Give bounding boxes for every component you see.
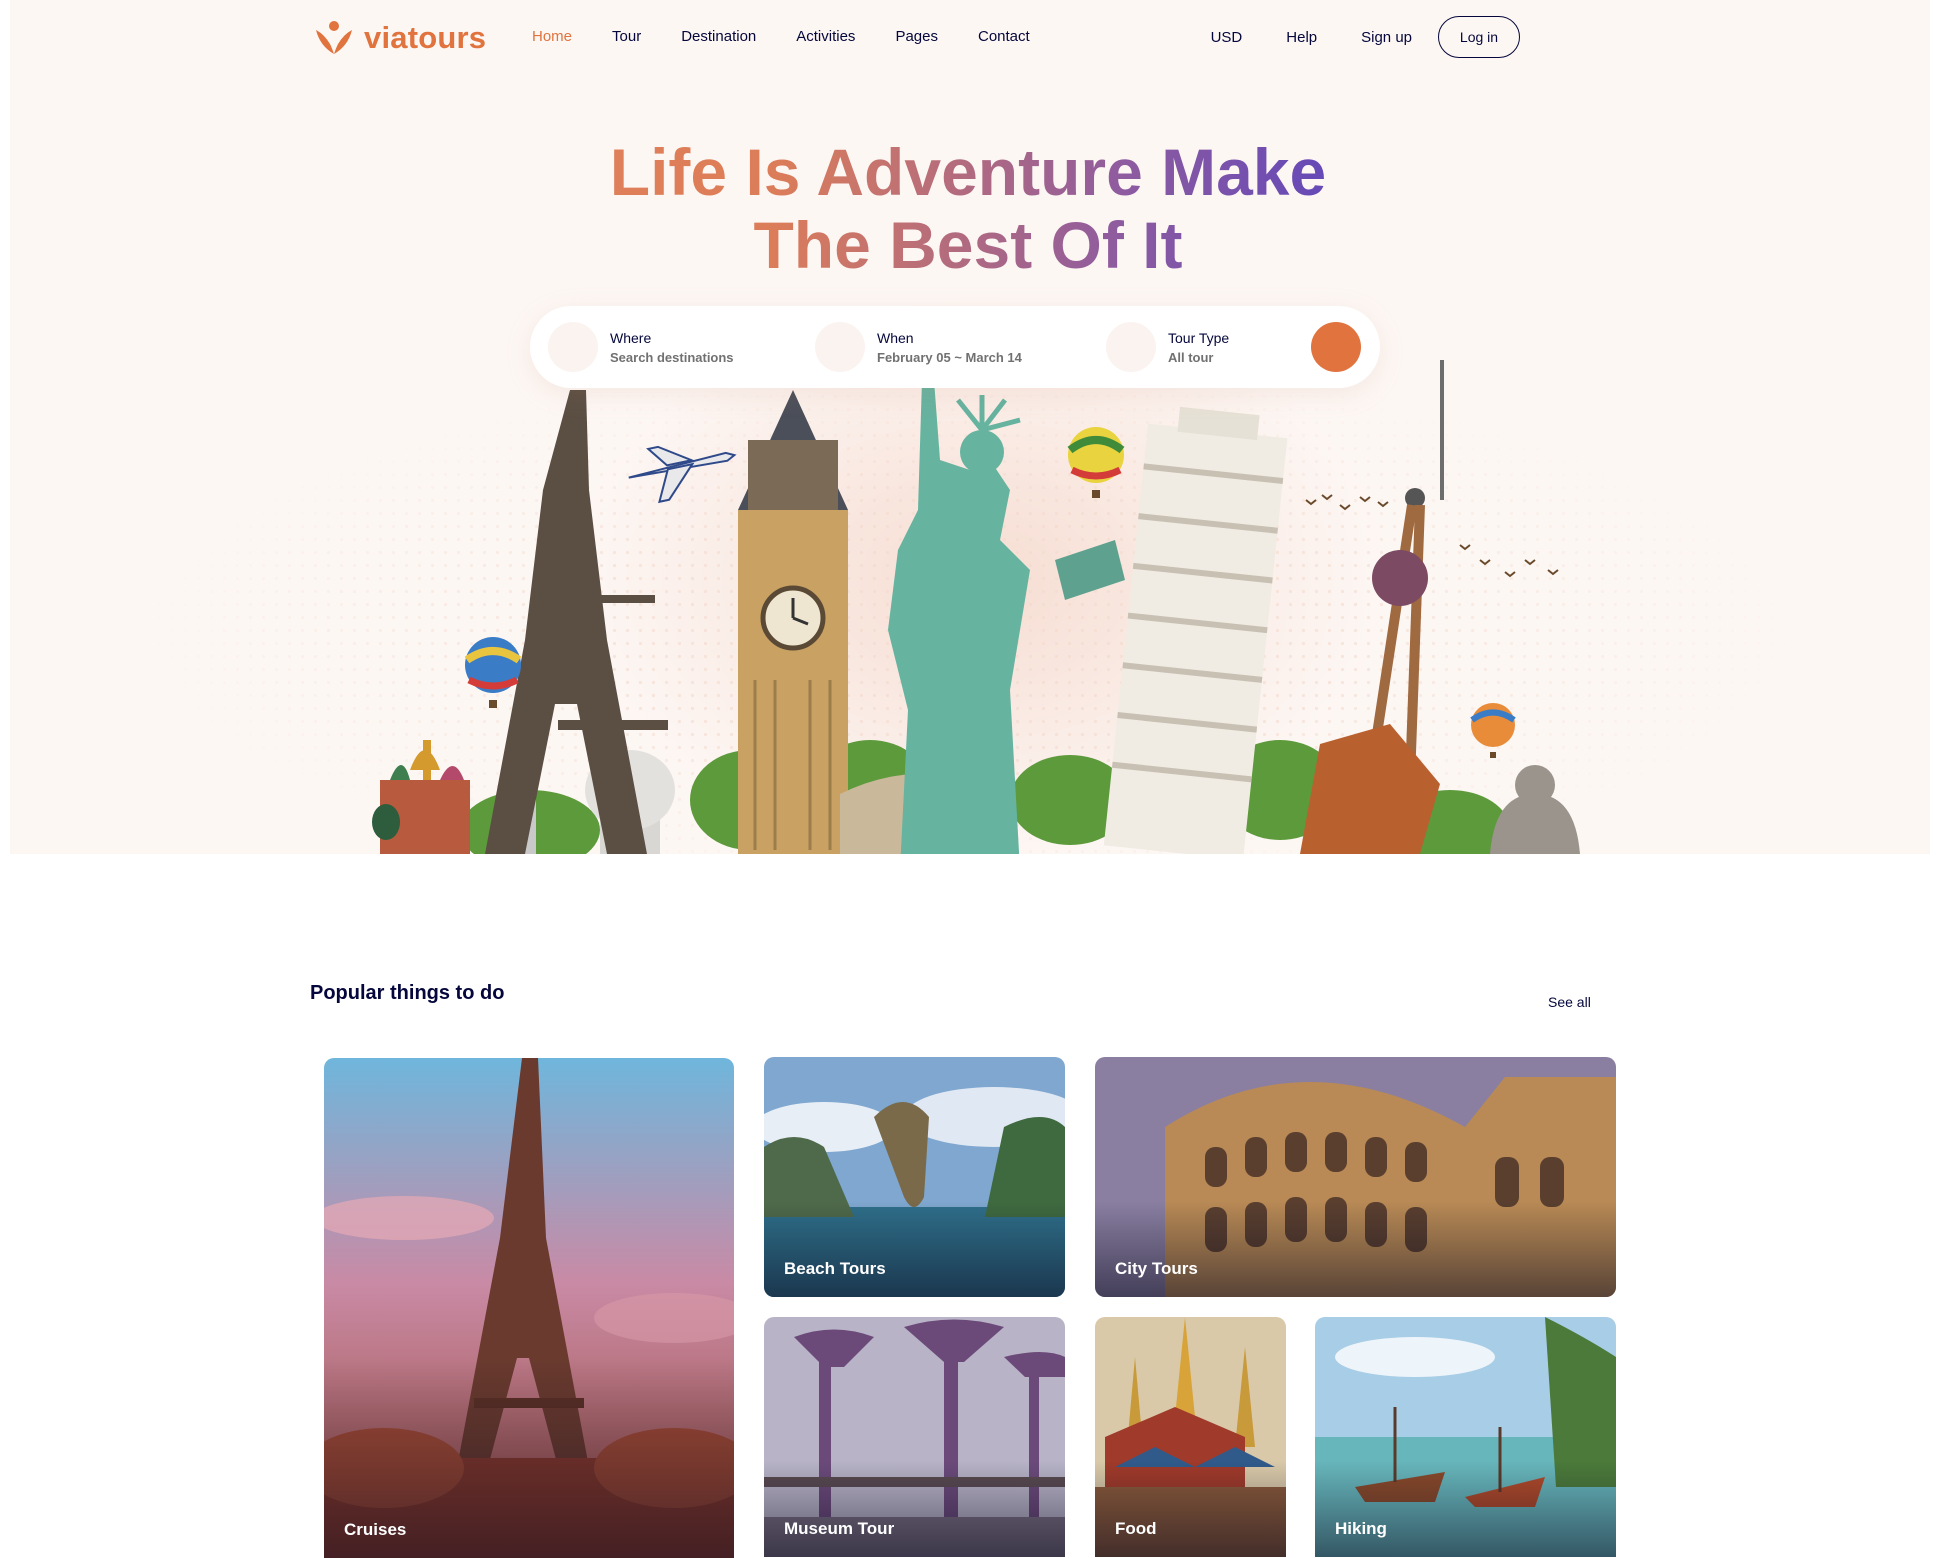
card-label-city-tours: City Tours: [1115, 1259, 1198, 1278]
hero-headline-line2: The Best Of It: [753, 208, 1183, 282]
currency-selector[interactable]: USD: [1211, 29, 1243, 46]
landmarks-illustration: [372, 358, 1580, 854]
search-tour-type-field[interactable]: Tour Type All tour: [1106, 322, 1229, 372]
tour-type-icon: [1106, 322, 1156, 372]
help-link[interactable]: Help: [1286, 29, 1317, 46]
tour-type-value: All tour: [1168, 349, 1214, 365]
search-bar: Where Search destinations When February …: [530, 306, 1380, 388]
tour-type-label: Tour Type: [1168, 329, 1230, 346]
card-hiking[interactable]: Hiking: [1315, 1317, 1616, 1557]
location-icon: [548, 322, 598, 372]
card-beach-tours[interactable]: Beach Tours: [764, 1057, 1065, 1297]
see-all-link[interactable]: See all: [1548, 994, 1591, 1010]
card-label-beach-tours: Beach Tours: [784, 1259, 886, 1278]
card-shade: [1315, 1461, 1616, 1557]
login-button[interactable]: Log in: [1438, 16, 1520, 58]
card-label-cruises: Cruises: [344, 1520, 407, 1539]
search-button[interactable]: [1311, 322, 1361, 372]
card-city-tours[interactable]: City Tours: [1095, 1057, 1616, 1297]
nav-pages[interactable]: Pages: [895, 28, 938, 45]
brand-logo[interactable]: viatours: [314, 20, 486, 56]
logo-icon: [316, 21, 352, 54]
nav-activities[interactable]: Activities: [796, 28, 855, 45]
card-food[interactable]: Food: [1095, 1317, 1286, 1557]
card-label-food: Food: [1115, 1519, 1157, 1538]
hero-headline: Life Is Adventure Make The Best Of It: [0, 136, 1936, 282]
card-label-hiking: Hiking: [1335, 1519, 1387, 1538]
nav-destination[interactable]: Destination: [681, 28, 756, 45]
nav-tour[interactable]: Tour: [612, 28, 641, 45]
card-shade: [764, 1201, 1065, 1297]
card-shade: [764, 1461, 1065, 1557]
nav-contact[interactable]: Contact: [978, 28, 1030, 45]
where-label: Where: [610, 329, 652, 346]
card-shade: [1095, 1201, 1616, 1297]
card-museum-tour[interactable]: Museum Tour: [764, 1317, 1065, 1557]
where-value: Search destinations: [610, 349, 734, 365]
search-when-field[interactable]: When February 05 ~ March 14: [815, 322, 1022, 372]
search-icon: [1328, 339, 1342, 353]
search-where-field[interactable]: Where Search destinations: [548, 322, 734, 372]
card-label-museum-tour: Museum Tour: [784, 1519, 895, 1538]
brand-name: viatours: [364, 20, 487, 55]
when-label: When: [877, 329, 914, 346]
popular-section-title: Popular things to do: [310, 982, 505, 1004]
calendar-icon: [815, 322, 865, 372]
nav-home[interactable]: Home: [532, 28, 572, 45]
hero-section: [10, 0, 1930, 854]
when-value: February 05 ~ March 14: [877, 349, 1022, 365]
hero-headline-line1: Life Is Adventure Make: [609, 135, 1327, 209]
card-shade: [1095, 1461, 1286, 1557]
header-actions: USD Help Sign up Log in: [1167, 16, 1520, 58]
card-cruises[interactable]: Cruises: [324, 1058, 734, 1558]
signup-link[interactable]: Sign up: [1361, 29, 1412, 46]
main-nav: Home Tour Destination Activities Pages C…: [532, 28, 1070, 45]
